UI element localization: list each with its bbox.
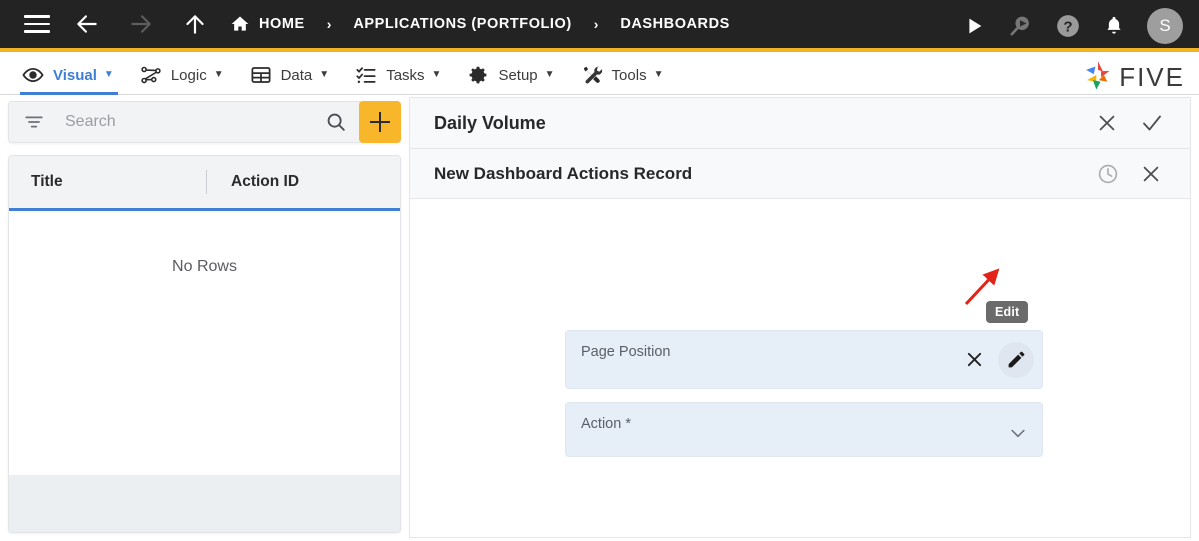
chevron-down-icon: ▼	[544, 69, 555, 80]
field-label-page-position: Page Position	[581, 344, 671, 360]
five-brand-logo: FIVE	[1081, 58, 1185, 97]
menu-label-logic: Logic	[170, 66, 207, 84]
topbar-actions: ? S	[963, 0, 1183, 52]
page-title: Daily Volume	[434, 112, 546, 133]
filter-icon[interactable]	[23, 111, 45, 133]
main-menu-bar: Visual ▼ Logic ▼ Data ▼ Tasks ▼ Setup ▼ …	[0, 56, 1199, 95]
chevron-down-icon: ▼	[653, 69, 664, 80]
run-icon[interactable]	[963, 15, 985, 37]
plus-icon	[370, 112, 390, 132]
tooltip-edit: Edit	[986, 301, 1029, 323]
field-actions-page-position	[956, 331, 1042, 388]
panel-header: Daily Volume	[409, 97, 1191, 148]
column-header-title[interactable]: Title	[31, 173, 206, 191]
edit-pencil-icon[interactable]	[998, 341, 1034, 378]
close-icon[interactable]	[1096, 112, 1118, 134]
column-header-action-id[interactable]: Action ID	[231, 173, 299, 191]
menu-item-tasks[interactable]: Tasks ▼	[355, 56, 441, 95]
breadcrumb-separator: ›	[326, 16, 332, 32]
search-icon[interactable]	[325, 111, 347, 133]
history-clock-icon[interactable]	[1096, 162, 1120, 186]
wrench-screwdriver-icon	[581, 64, 603, 86]
records-grid: Title Action ID No Rows	[8, 155, 401, 533]
chevron-down-icon: ▼	[213, 69, 224, 80]
top-navigation-bar: HOME › APPLICATIONS (PORTFOLIO) › DASHBO…	[0, 0, 1199, 52]
search-run-icon[interactable]	[1007, 13, 1033, 39]
menu-label-data: Data	[280, 66, 313, 84]
menu-label-tasks: Tasks	[386, 66, 425, 84]
logic-nodes-icon	[140, 64, 162, 86]
notifications-bell-icon[interactable]	[1103, 15, 1125, 37]
chevron-down-icon: ▼	[319, 69, 330, 80]
panel-header-actions	[1096, 111, 1164, 135]
grid-footer	[9, 475, 400, 532]
arrow-up-icon[interactable]	[178, 7, 212, 41]
eye-icon	[22, 64, 44, 86]
left-list-panel: Title Action ID No Rows	[8, 101, 401, 533]
menu-item-setup[interactable]: Setup ▼	[467, 56, 555, 95]
application-window: HOME › APPLICATIONS (PORTFOLIO) › DASHBO…	[0, 0, 1199, 541]
arrow-left-icon[interactable]	[70, 7, 104, 41]
menu-label-setup: Setup	[498, 66, 538, 84]
grid-header-row: Title Action ID	[9, 156, 400, 211]
table-grid-icon	[250, 64, 272, 86]
clear-x-icon[interactable]	[956, 342, 992, 378]
field-label-action: Action *	[581, 416, 631, 432]
svg-text:?: ?	[1063, 18, 1072, 35]
menu-item-visual[interactable]: Visual ▼	[20, 56, 118, 95]
breadcrumb-item-home[interactable]: HOME	[259, 16, 305, 32]
column-divider[interactable]	[206, 170, 207, 194]
record-form-body: Page Position Action *	[409, 199, 1191, 538]
grid-body: No Rows	[9, 211, 400, 471]
menu-item-logic[interactable]: Logic ▼	[140, 56, 224, 95]
help-icon[interactable]: ?	[1055, 13, 1081, 39]
five-pinwheel-icon	[1081, 58, 1115, 97]
search-bar	[8, 101, 401, 143]
menu-label-visual: Visual	[53, 66, 97, 84]
arrow-right-icon[interactable]	[124, 7, 158, 41]
checklist-icon	[355, 64, 377, 86]
menu-label-tools: Tools	[611, 66, 647, 84]
chevron-down-icon: ▼	[103, 69, 114, 80]
menu-item-tools[interactable]: Tools ▼	[581, 56, 664, 95]
breadcrumb-item-dashboards[interactable]: DASHBOARDS	[620, 16, 729, 32]
chevron-down-icon[interactable]	[1008, 423, 1028, 448]
close-icon[interactable]	[1140, 163, 1162, 185]
breadcrumb-separator: ›	[593, 16, 599, 32]
record-title: New Dashboard Actions Record	[434, 163, 693, 183]
five-wordmark: FIVE	[1119, 62, 1185, 92]
menu-item-data[interactable]: Data ▼	[250, 56, 330, 95]
gear-icon	[467, 64, 489, 86]
confirm-check-icon[interactable]	[1140, 111, 1164, 135]
search-input[interactable]	[65, 113, 325, 131]
empty-state-message: No Rows	[172, 258, 237, 275]
record-header-actions	[1096, 162, 1162, 186]
field-page-position[interactable]: Page Position	[565, 330, 1043, 389]
field-action[interactable]: Action *	[565, 402, 1043, 457]
add-record-button[interactable]	[359, 101, 401, 143]
active-tab-indicator	[20, 91, 118, 95]
avatar[interactable]: S	[1147, 8, 1183, 44]
right-detail-panel: Daily Volume New Dashboard Actions Recor…	[409, 97, 1191, 538]
chevron-down-icon: ▼	[431, 69, 442, 80]
home-icon	[230, 14, 250, 34]
breadcrumb: HOME › APPLICATIONS (PORTFOLIO) › DASHBO…	[230, 14, 730, 34]
breadcrumb-item-applications[interactable]: APPLICATIONS (PORTFOLIO)	[353, 16, 571, 32]
record-header: New Dashboard Actions Record	[409, 148, 1191, 199]
hamburger-icon[interactable]	[24, 15, 50, 33]
